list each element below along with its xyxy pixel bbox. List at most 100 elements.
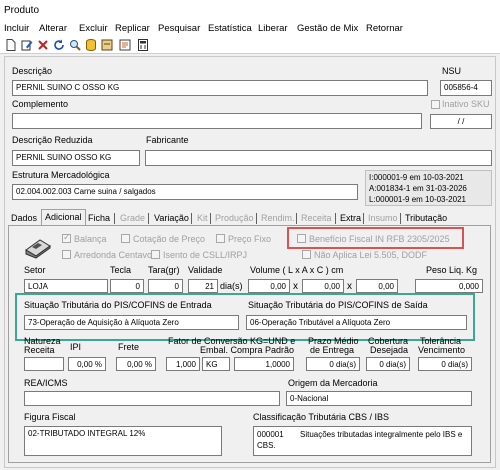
- setor-label: Setor: [24, 265, 46, 275]
- volume-c-input[interactable]: 0,00: [356, 279, 398, 293]
- scale-icon: [24, 236, 52, 260]
- delete-icon[interactable]: [36, 39, 49, 51]
- database-icon[interactable]: [84, 39, 97, 51]
- search-icon[interactable]: [68, 39, 81, 51]
- menu-pesquisar[interactable]: Pesquisar: [158, 23, 200, 34]
- menu-replicar[interactable]: Replicar: [115, 23, 150, 34]
- menu-excluir[interactable]: Excluir: [79, 23, 108, 34]
- estrutura-label: Estrutura Mercadológica: [12, 170, 110, 180]
- menu-retornar[interactable]: Retornar: [366, 23, 403, 34]
- tab-separator: [148, 213, 149, 224]
- desejada-label: Desejada: [370, 345, 409, 355]
- edit-icon[interactable]: [20, 39, 33, 51]
- estrutura-input[interactable]: 02.004.002.003 Carne suina / salgados: [12, 184, 358, 200]
- nsu-label: NSU: [442, 66, 462, 76]
- notes-icon[interactable]: [118, 39, 131, 51]
- menu-alterar[interactable]: Alterar: [39, 23, 67, 34]
- origem-input[interactable]: 0-Nacional: [286, 391, 472, 406]
- ipi-label: IPI: [70, 342, 82, 352]
- tab-variacao[interactable]: Variação: [151, 211, 192, 225]
- figura-fiscal-input[interactable]: 02-TRIBUTADO INTEGRAL 12%: [24, 426, 222, 456]
- balanca-checkbox[interactable]: [62, 232, 71, 243]
- tolerancia-input[interactable]: 0 dia(s): [418, 357, 472, 371]
- tab-grade[interactable]: Grade: [117, 211, 148, 225]
- tecla-input[interactable]: 0: [110, 279, 144, 293]
- fabricante-input[interactable]: [145, 150, 492, 166]
- new-document-icon[interactable]: [4, 39, 17, 51]
- tab-receita[interactable]: Receita: [298, 211, 335, 225]
- tab-ficha[interactable]: Ficha: [85, 211, 113, 225]
- peso-input[interactable]: 0,000: [415, 279, 483, 293]
- rea-icms-label: REA/ICMS: [24, 378, 68, 388]
- rea-icms-input[interactable]: [24, 391, 280, 406]
- natureza-receita-input[interactable]: [24, 357, 64, 371]
- preco-fixo-checkbox[interactable]: [216, 234, 225, 243]
- nsu-input[interactable]: 005856-4: [440, 80, 492, 96]
- fator-input[interactable]: 1,000: [166, 357, 200, 371]
- volume-sep: x: [347, 281, 352, 292]
- tara-input[interactable]: 0: [148, 279, 183, 293]
- complemento-input[interactable]: [12, 113, 422, 129]
- cotacao-preco-checkbox[interactable]: [121, 234, 130, 243]
- menu-incluir[interactable]: Incluir: [4, 23, 29, 34]
- volume-a-input[interactable]: 0,00: [302, 279, 344, 293]
- frete-input[interactable]: 0,00 %: [116, 357, 156, 371]
- menu-bar: Incluir Alterar Excluir Replicar Pesquis…: [0, 22, 500, 37]
- isento-csll-checkbox[interactable]: [151, 250, 160, 259]
- validade-input[interactable]: 21: [188, 279, 218, 293]
- tab-extra[interactable]: Extra: [337, 211, 364, 225]
- tara-label: Tara(gr): [148, 265, 180, 275]
- tab-dados[interactable]: Dados: [8, 211, 40, 225]
- validade-unit: dia(s): [220, 281, 243, 291]
- volume-label: Volume ( L x A x C ) cm: [250, 265, 344, 275]
- beneficio-fiscal-checkbox[interactable]: [297, 234, 306, 243]
- menu-estatistica[interactable]: Estatística: [208, 23, 252, 34]
- menu-liberar[interactable]: Liberar: [258, 23, 288, 34]
- entrega-label: de Entrega: [310, 345, 355, 355]
- descricao-reduzida-input[interactable]: PERNIL SUINO OSSO KG: [12, 150, 140, 166]
- volume-l-input[interactable]: 0,00: [248, 279, 290, 293]
- descricao-reduzida-label: Descrição Reduzida: [12, 135, 93, 145]
- cbs-ibs-desc-line2: CBS.: [257, 441, 276, 450]
- cbs-ibs-field[interactable]: 000001 Situações tributadas integralment…: [253, 426, 472, 456]
- tab-insumo[interactable]: Insumo: [365, 211, 401, 225]
- tab-separator: [400, 213, 401, 224]
- tab-separator: [114, 213, 115, 224]
- tab-adicional[interactable]: Adicional: [41, 209, 86, 226]
- tab-separator: [335, 213, 336, 224]
- pis-cofins-saida-label: Situação Tributária do PIS/COFINS de Saí…: [248, 300, 428, 310]
- cobertura-input[interactable]: 0 dia(s): [366, 357, 410, 371]
- cotacao-preco-label: Cotação de Preço: [133, 234, 206, 244]
- tab-tributacao[interactable]: Tributação: [402, 211, 450, 225]
- archive-icon[interactable]: [100, 39, 113, 51]
- embal-compra-label: Embal. Compra Padrão: [200, 345, 295, 355]
- refresh-icon[interactable]: [52, 39, 65, 51]
- title-bar: Produto: [0, 0, 500, 22]
- pis-cofins-entrada-input[interactable]: 73-Operação de Aquisição à Alíquota Zero: [24, 315, 239, 330]
- balanca-label: Balança: [74, 234, 107, 244]
- pis-cofins-saida-input[interactable]: 06-Operação Tributável a Alíquota Zero: [246, 315, 467, 330]
- inativo-sku-checkbox[interactable]: [431, 100, 440, 109]
- nao-aplica-lei-checkbox[interactable]: [302, 250, 311, 259]
- tecla-label: Tecla: [110, 265, 132, 275]
- cbs-ibs-code: 000001: [257, 430, 284, 439]
- inativo-date-field[interactable]: / /: [430, 114, 492, 129]
- tab-separator: [210, 213, 211, 224]
- tab-kit[interactable]: Kit: [194, 211, 211, 225]
- audit-alteracao: A:001834-1 em 31-03-2026: [369, 184, 467, 193]
- arredonda-centavos-checkbox[interactable]: [62, 250, 71, 259]
- pis-cofins-entrada-label: Situação Tributária do PIS/COFINS de Ent…: [24, 300, 212, 310]
- cbs-ibs-desc-line1: Situações tributadas integralmente pelo …: [300, 430, 463, 439]
- menu-gestao-mix[interactable]: Gestão de Mix: [297, 23, 358, 34]
- prazo-medio-input[interactable]: 0 dia(s): [306, 357, 360, 371]
- setor-input[interactable]: LOJA: [24, 279, 108, 293]
- fator-unit-select[interactable]: KG: [202, 357, 230, 371]
- tab-rendim[interactable]: Rendim.: [258, 211, 298, 225]
- descricao-input[interactable]: PERNIL SUINO C OSSO KG: [12, 80, 428, 96]
- tab-producao[interactable]: Produção: [212, 211, 257, 225]
- ipi-input[interactable]: 0,00 %: [68, 357, 106, 371]
- calculator-icon[interactable]: [136, 39, 149, 51]
- fator-qtd-input[interactable]: 1,0000: [234, 357, 294, 371]
- tab-separator: [296, 213, 297, 224]
- figura-fiscal-label: Figura Fiscal: [24, 412, 76, 422]
